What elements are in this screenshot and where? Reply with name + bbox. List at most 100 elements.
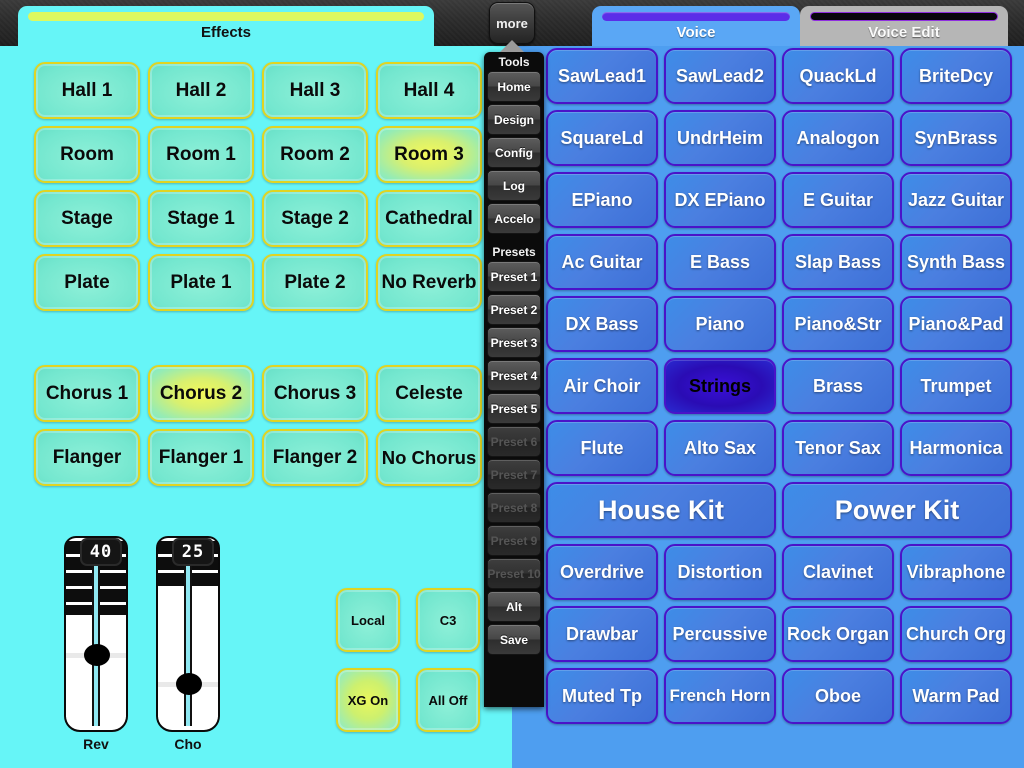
menu-preset-item[interactable]: Preset 5 <box>487 393 541 424</box>
menu-tool-item[interactable]: Design <box>487 104 541 135</box>
menu-preset-item[interactable]: Alt <box>487 591 541 622</box>
chorus-preset-button[interactable]: Flanger <box>34 429 140 486</box>
menu-preset-item[interactable]: Preset 1 <box>487 261 541 292</box>
reverb-preset-button[interactable]: Stage 1 <box>148 190 254 247</box>
voice-button[interactable]: Rock Organ <box>782 606 894 662</box>
reverb-preset-button[interactable]: Room 3 <box>376 126 482 183</box>
voice-button[interactable]: Jazz Guitar <box>900 172 1012 228</box>
effects-toggle-button[interactable]: C3 <box>416 588 480 652</box>
reverb-preset-button[interactable]: Room 1 <box>148 126 254 183</box>
voice-button[interactable]: Slap Bass <box>782 234 894 290</box>
effect-slider-track[interactable]: 40 <box>64 536 128 732</box>
voice-button[interactable]: Flute <box>546 420 658 476</box>
voice-button[interactable]: SawLead2 <box>664 48 776 104</box>
reverb-preset-button[interactable]: Stage 2 <box>262 190 368 247</box>
reverb-preset-button[interactable]: Plate 2 <box>262 254 368 311</box>
tab-voice-edit[interactable]: Voice Edit <box>800 6 1008 46</box>
reverb-preset-button[interactable]: Hall 2 <box>148 62 254 119</box>
reverb-preset-button[interactable]: Hall 4 <box>376 62 482 119</box>
voice-button[interactable]: QuackLd <box>782 48 894 104</box>
voice-button[interactable]: Piano <box>664 296 776 352</box>
reverb-preset-button[interactable]: Room <box>34 126 140 183</box>
menu-preset-item[interactable]: Preset 3 <box>487 327 541 358</box>
chorus-preset-button-label: Chorus 2 <box>159 382 243 404</box>
voice-button-label: Oboe <box>814 685 861 706</box>
chorus-preset-button[interactable]: No Chorus <box>376 429 482 486</box>
menu-preset-item[interactable]: Preset 4 <box>487 360 541 391</box>
voice-button[interactable]: Muted Tp <box>546 668 658 724</box>
voice-button[interactable]: Piano&Str <box>782 296 894 352</box>
reverb-preset-button[interactable]: Hall 3 <box>262 62 368 119</box>
voice-button[interactable]: E Bass <box>664 234 776 290</box>
reverb-preset-button[interactable]: Plate <box>34 254 140 311</box>
voice-button[interactable]: Clavinet <box>782 544 894 600</box>
voice-button[interactable]: Drawbar <box>546 606 658 662</box>
chorus-preset-button-label: Chorus 3 <box>273 382 357 404</box>
effects-toggle-buttons: Local C3 XG On All Off <box>336 588 480 732</box>
chorus-preset-button[interactable]: Chorus 1 <box>34 365 140 422</box>
menu-preset-item-label: Preset 1 <box>490 269 538 284</box>
voice-button[interactable]: Percussive <box>664 606 776 662</box>
voice-button[interactable]: DX EPiano <box>664 172 776 228</box>
voice-button[interactable]: Tenor Sax <box>782 420 894 476</box>
voice-button[interactable]: Trumpet <box>900 358 1012 414</box>
reverb-preset-button[interactable]: Plate 1 <box>148 254 254 311</box>
slider-value-display: 40 <box>80 538 122 566</box>
chorus-preset-button[interactable]: Flanger 1 <box>148 429 254 486</box>
voice-button[interactable]: Oboe <box>782 668 894 724</box>
voice-button[interactable]: Synth Bass <box>900 234 1012 290</box>
voice-button[interactable]: Harmonica <box>900 420 1012 476</box>
reverb-preset-button[interactable]: Stage <box>34 190 140 247</box>
voice-button-label: Muted Tp <box>562 685 642 706</box>
voice-button[interactable]: E Guitar <box>782 172 894 228</box>
reverb-preset-button[interactable]: No Reverb <box>376 254 482 311</box>
menu-preset-item[interactable]: Preset 2 <box>487 294 541 325</box>
reverb-preset-button[interactable]: Room 2 <box>262 126 368 183</box>
voice-button[interactable]: Power Kit <box>782 482 1012 538</box>
voice-button[interactable]: Air Choir <box>546 358 658 414</box>
chorus-preset-button[interactable]: Flanger 2 <box>262 429 368 486</box>
menu-tool-item[interactable]: Log <box>487 170 541 201</box>
more-button[interactable]: more <box>489 2 535 44</box>
voice-button[interactable]: SawLead1 <box>546 48 658 104</box>
voice-button[interactable]: Church Org <box>900 606 1012 662</box>
tab-voice[interactable]: Voice <box>592 6 800 46</box>
reverb-preset-button[interactable]: Cathedral <box>376 190 482 247</box>
voice-button[interactable]: House Kit <box>546 482 776 538</box>
voice-button[interactable]: SquareLd <box>546 110 658 166</box>
voice-button[interactable]: DX Bass <box>546 296 658 352</box>
effect-slider-track[interactable]: 25 <box>156 536 220 732</box>
reverb-preset-button[interactable]: Hall 1 <box>34 62 140 119</box>
voice-button[interactable]: SynBrass <box>900 110 1012 166</box>
effects-toggle-button[interactable]: All Off <box>416 668 480 732</box>
voice-button[interactable]: Analogon <box>782 110 894 166</box>
voice-button[interactable]: UndrHeim <box>664 110 776 166</box>
effects-toggle-button[interactable]: XG On <box>336 668 400 732</box>
voice-button[interactable]: Ac Guitar <box>546 234 658 290</box>
menu-preset-item[interactable]: Save <box>487 624 541 655</box>
effects-toggle-button-label: XG On <box>347 692 389 708</box>
menu-tool-item[interactable]: Home <box>487 71 541 102</box>
voice-button[interactable]: Vibraphone <box>900 544 1012 600</box>
menu-tool-item[interactable]: Config <box>487 137 541 168</box>
chorus-preset-button[interactable]: Chorus 3 <box>262 365 368 422</box>
voice-button[interactable]: EPiano <box>546 172 658 228</box>
voice-button[interactable]: Alto Sax <box>664 420 776 476</box>
menu-preset-item: Preset 8 <box>487 492 541 523</box>
voice-button[interactable]: Warm Pad <box>900 668 1012 724</box>
chorus-preset-button[interactable]: Celeste <box>376 365 482 422</box>
chorus-preset-button[interactable]: Chorus 2 <box>148 365 254 422</box>
voice-button[interactable]: French Horn <box>664 668 776 724</box>
menu-tool-item[interactable]: Accelo <box>487 203 541 234</box>
voice-button[interactable]: Overdrive <box>546 544 658 600</box>
voice-button[interactable]: Strings <box>664 358 776 414</box>
voice-selection-grid: SawLead1 SawLead2 QuackLd BriteDcy SquareLd U… <box>546 48 1012 724</box>
tab-effects[interactable]: Effects <box>18 6 434 46</box>
slider-knob[interactable] <box>176 673 202 695</box>
voice-button[interactable]: BriteDcy <box>900 48 1012 104</box>
voice-button[interactable]: Distortion <box>664 544 776 600</box>
reverb-preset-button-label: Stage 1 <box>167 207 235 229</box>
voice-button[interactable]: Brass <box>782 358 894 414</box>
effects-toggle-button[interactable]: Local <box>336 588 400 652</box>
voice-button[interactable]: Piano&Pad <box>900 296 1012 352</box>
